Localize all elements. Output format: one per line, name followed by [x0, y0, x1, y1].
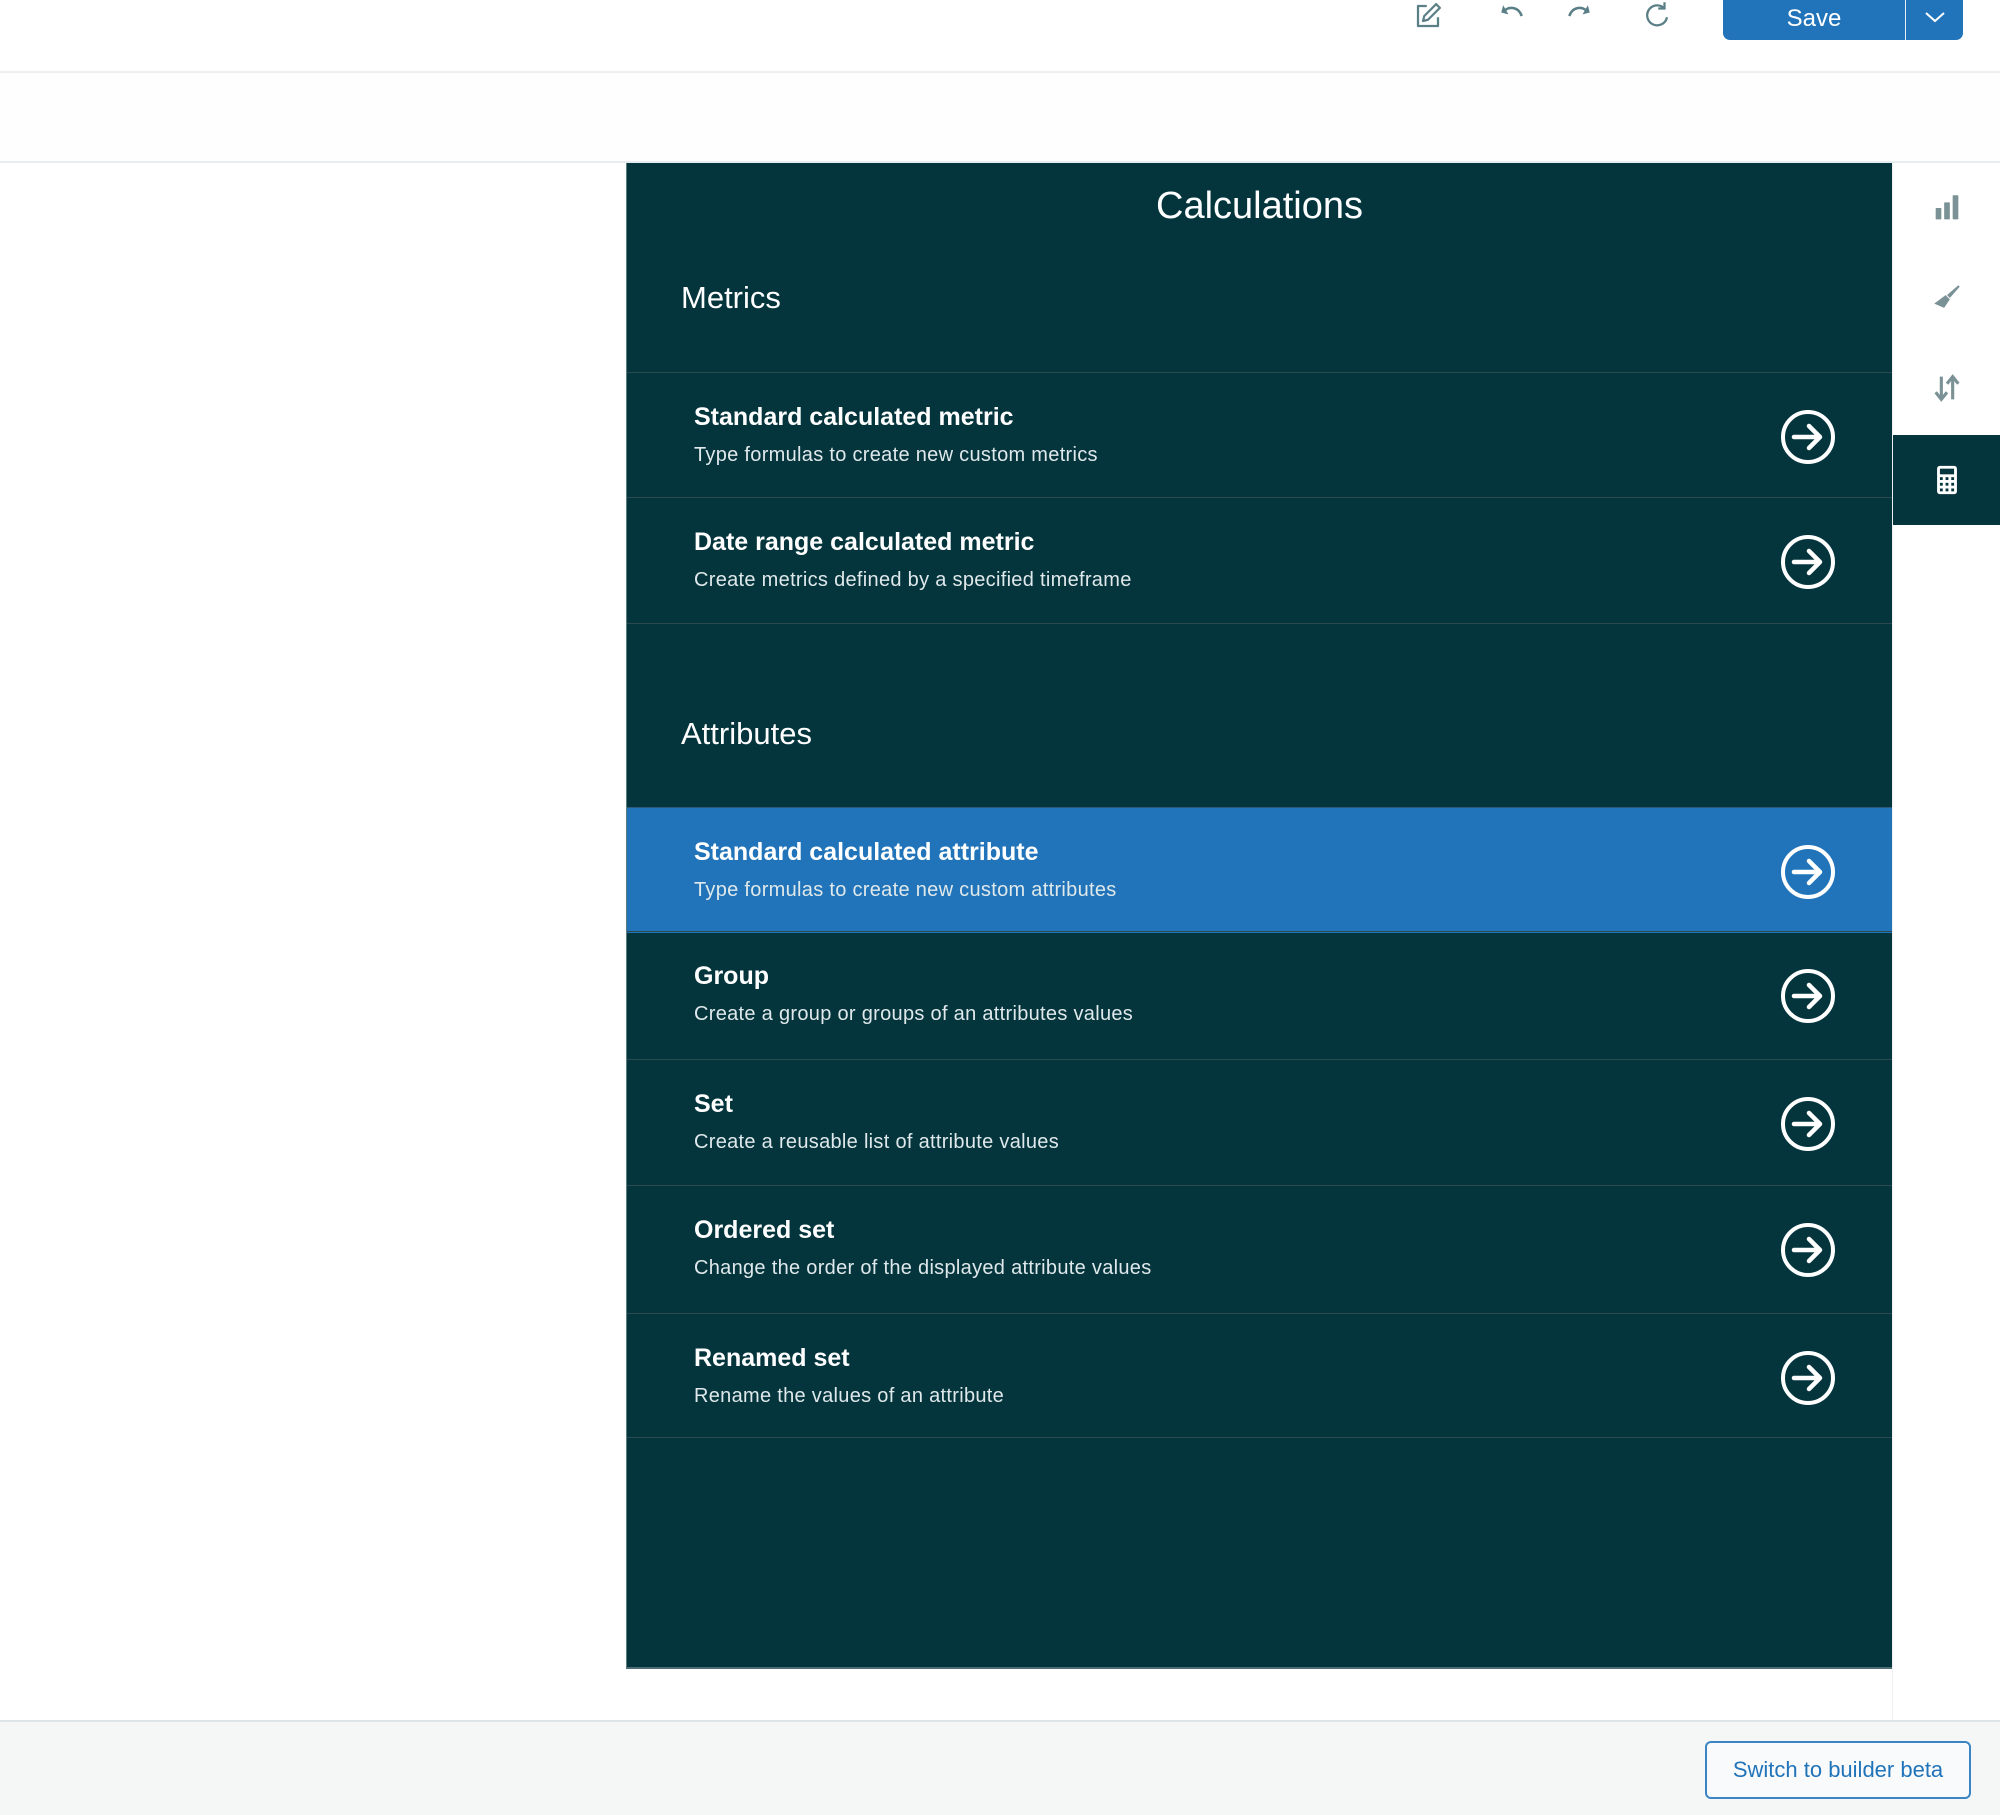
list-item-subtitle: Create metrics defined by a specified ti…	[694, 569, 1132, 591]
divider	[627, 1437, 1892, 1438]
list-item-set[interactable]: Set Create a reusable list of attribute …	[627, 1059, 1892, 1185]
save-button[interactable]: Save	[1723, 0, 1905, 40]
section-title-attributes: Attributes	[681, 716, 812, 751]
arrow-right-circle-icon	[1781, 1223, 1835, 1277]
top-toolbar: Save	[0, 0, 2000, 73]
rail-item-calculations[interactable]	[1893, 435, 2000, 525]
save-dropdown-button[interactable]	[1905, 0, 1963, 40]
arrow-right-circle-icon	[1781, 410, 1835, 464]
save-button-group: Save	[1723, 0, 1963, 40]
list-item-subtitle: Type formulas to create new custom metri…	[694, 444, 1098, 466]
switch-to-builder-beta-button[interactable]: Switch to builder beta	[1705, 1741, 1971, 1799]
rail-item-visualization[interactable]	[1893, 163, 2000, 253]
calculator-icon	[1937, 465, 1957, 495]
list-item-date-range-calculated-metric[interactable]: Date range calculated metric Create metr…	[627, 497, 1892, 623]
sub-toolbar	[0, 73, 2000, 163]
list-item-subtitle: Create a reusable list of attribute valu…	[694, 1131, 1060, 1153]
arrow-right-circle-icon	[1781, 845, 1835, 899]
list-item-subtitle: Create a group or groups of an attribute…	[694, 1003, 1134, 1025]
rail-item-format[interactable]	[1893, 253, 2000, 343]
list-item-title: Date range calculated metric	[694, 528, 1035, 556]
divider	[627, 623, 1892, 624]
refresh-icon[interactable]	[1637, 0, 1677, 32]
list-item-title: Ordered set	[694, 1216, 835, 1244]
redo-icon[interactable]	[1558, 0, 1598, 32]
list-item-standard-calculated-metric[interactable]: Standard calculated metric Type formulas…	[627, 372, 1892, 498]
list-item-renamed-set[interactable]: Renamed set Rename the values of an attr…	[627, 1313, 1892, 1439]
footer-bar: Switch to builder beta	[0, 1720, 2000, 1815]
list-item-title: Set	[694, 1090, 733, 1118]
calculations-panel: Calculations Metrics Standard calculated…	[626, 163, 1892, 1669]
list-item-group[interactable]: Group Create a group or groups of an att…	[627, 931, 1892, 1057]
list-item-standard-calculated-attribute[interactable]: Standard calculated attribute Type formu…	[627, 807, 1892, 933]
undo-icon[interactable]	[1493, 0, 1533, 32]
panel-title: Calculations	[1156, 185, 1363, 227]
sort-icon	[1934, 374, 1960, 402]
chevron-down-icon	[1924, 10, 1946, 29]
list-item-title: Renamed set	[694, 1344, 850, 1372]
list-item-subtitle: Change the order of the displayed attrib…	[694, 1257, 1152, 1279]
section-title-metrics: Metrics	[681, 280, 781, 315]
rail-item-sort[interactable]	[1893, 343, 2000, 433]
right-tool-rail	[1892, 163, 2000, 1720]
arrow-right-circle-icon	[1781, 535, 1835, 589]
arrow-right-circle-icon	[1781, 1351, 1835, 1405]
list-item-title: Standard calculated attribute	[694, 838, 1039, 866]
list-item-subtitle: Rename the values of an attribute	[694, 1385, 1005, 1407]
list-item-title: Standard calculated metric	[694, 403, 1014, 431]
page: Save Calculations Metrics Standard calcu…	[0, 0, 2000, 1815]
edit-icon[interactable]	[1408, 0, 1448, 32]
paintbrush-icon	[1934, 285, 1960, 308]
list-item-ordered-set[interactable]: Ordered set Change the order of the disp…	[627, 1185, 1892, 1311]
list-item-subtitle: Type formulas to create new custom attri…	[694, 879, 1117, 901]
list-item-title: Group	[694, 962, 769, 990]
bar-chart-icon	[1935, 195, 1959, 220]
arrow-right-circle-icon	[1781, 1097, 1835, 1151]
arrow-right-circle-icon	[1781, 969, 1835, 1023]
